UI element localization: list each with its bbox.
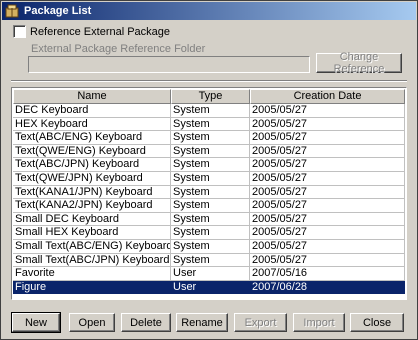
cell-name: Text(KANA1/JPN) Keyboard — [13, 185, 171, 200]
cell-creation-date: 2005/05/27 — [250, 226, 405, 240]
cell-type: System — [171, 104, 250, 118]
cell-type: System — [171, 185, 250, 200]
column-header-type[interactable]: Type — [171, 89, 250, 104]
table-row[interactable]: Text(QWE/ENG) Keyboard System 2005/05/27 — [13, 144, 405, 159]
cell-name: Text(ABC/ENG) Keyboard — [13, 131, 171, 145]
cell-name: Small HEX Keyboard — [13, 226, 171, 240]
window-title: Package List — [24, 5, 92, 17]
cell-type: System — [171, 253, 250, 268]
cell-type: System — [171, 131, 250, 145]
cell-creation-date: 2005/05/27 — [250, 253, 405, 268]
table-row[interactable]: HEX Keyboard System 2005/05/27 — [13, 117, 405, 132]
table-row[interactable]: Small HEX Keyboard System 2005/05/27 — [13, 226, 405, 240]
package-icon — [5, 4, 19, 18]
table-header: Name Type Creation Date — [13, 89, 405, 104]
rename-button[interactable]: Rename — [176, 313, 228, 332]
table-row[interactable]: Text(ABC/ENG) Keyboard System 2005/05/27 — [13, 131, 405, 145]
cell-name: HEX Keyboard — [13, 117, 171, 132]
cell-name: Small Text(ABC/ENG) Keyboard — [13, 239, 171, 254]
separator — [11, 80, 407, 82]
reference-external-option[interactable]: Reference External Package — [13, 25, 170, 38]
cell-creation-date: 2005/05/27 — [250, 212, 405, 227]
import-button[interactable]: Import — [293, 313, 345, 332]
change-reference-button[interactable]: Change Reference — [316, 51, 402, 75]
delete-button[interactable]: Delete — [121, 313, 171, 332]
table-row[interactable]: Text(QWE/JPN) Keyboard System 2005/05/27 — [13, 171, 405, 186]
table-row[interactable]: Small Text(ABC/JPN) Keyboard System 2005/0… — [13, 253, 405, 268]
cell-type: System — [171, 158, 250, 172]
cell-type: User — [171, 280, 250, 295]
cell-type: System — [171, 212, 250, 227]
folder-label: External Package Reference Folder — [31, 43, 206, 55]
package-table[interactable]: Name Type Creation Date DEC Keyboard Syst… — [11, 87, 407, 300]
cell-creation-date: 2005/05/27 — [250, 185, 405, 200]
cell-type: User — [171, 267, 250, 281]
open-button[interactable]: Open — [69, 313, 115, 332]
new-button[interactable]: New — [11, 312, 61, 333]
cell-type: System — [171, 226, 250, 240]
cell-creation-date: 2005/05/27 — [250, 158, 405, 172]
cell-name: Text(QWE/ENG) Keyboard — [13, 144, 171, 159]
package-list-window: Package List Reference External Package … — [0, 0, 418, 340]
cell-name: Text(QWE/JPN) Keyboard — [13, 171, 171, 186]
table-body: DEC Keyboard System 2005/05/27 HEX Keyboard… — [13, 104, 405, 295]
export-button[interactable]: Export — [234, 313, 287, 332]
cell-creation-date: 2007/05/16 — [250, 267, 405, 281]
cell-creation-date: 2005/05/27 — [250, 104, 405, 118]
table-row[interactable]: Text(KANA1/JPN) Keyboard System 2005/05/27 — [13, 185, 405, 200]
column-header-creation-date[interactable]: Creation Date — [250, 89, 405, 104]
cell-name: Text(KANA2/JPN) Keyboard — [13, 199, 171, 213]
cell-type: System — [171, 239, 250, 254]
cell-name: Text(ABC/JPN) Keyboard — [13, 158, 171, 172]
folder-field — [28, 56, 310, 73]
cell-type: System — [171, 171, 250, 186]
cell-creation-date: 2005/05/27 — [250, 171, 405, 186]
title-bar[interactable]: Package List — [2, 2, 416, 20]
cell-type: System — [171, 144, 250, 159]
cell-creation-date: 2005/05/27 — [250, 144, 405, 159]
table-row[interactable]: DEC Keyboard System 2005/05/27 — [13, 104, 405, 118]
cell-name: Small Text(ABC/JPN) Keyboard — [13, 253, 171, 268]
cell-type: System — [171, 199, 250, 213]
cell-creation-date: 2005/05/27 — [250, 199, 405, 213]
cell-name: DEC Keyboard — [13, 104, 171, 118]
cell-name: Small DEC Keyboard — [13, 212, 171, 227]
cell-name: Figure — [13, 280, 171, 295]
table-row[interactable]: Small DEC Keyboard System 2005/05/27 — [13, 212, 405, 227]
table-row[interactable]: Text(ABC/JPN) Keyboard System 2005/05/27 — [13, 158, 405, 172]
reference-external-checkbox[interactable] — [13, 25, 26, 38]
cell-name: Favorite — [13, 267, 171, 281]
table-row[interactable]: Figure User 2007/06/28 — [13, 280, 405, 295]
table-row[interactable]: Text(KANA2/JPN) Keyboard System 2005/05/27 — [13, 199, 405, 213]
column-header-name[interactable]: Name — [13, 89, 171, 104]
cell-type: System — [171, 117, 250, 132]
close-button[interactable]: Close — [350, 313, 404, 332]
cell-creation-date: 2005/05/27 — [250, 117, 405, 132]
cell-creation-date: 2007/06/28 — [250, 280, 405, 295]
reference-external-label: Reference External Package — [30, 25, 171, 38]
cell-creation-date: 2005/05/27 — [250, 239, 405, 254]
table-row[interactable]: Small Text(ABC/ENG) Keyboard System 2005/0… — [13, 239, 405, 254]
cell-creation-date: 2005/05/27 — [250, 131, 405, 145]
table-row[interactable]: Favorite User 2007/05/16 — [13, 267, 405, 281]
